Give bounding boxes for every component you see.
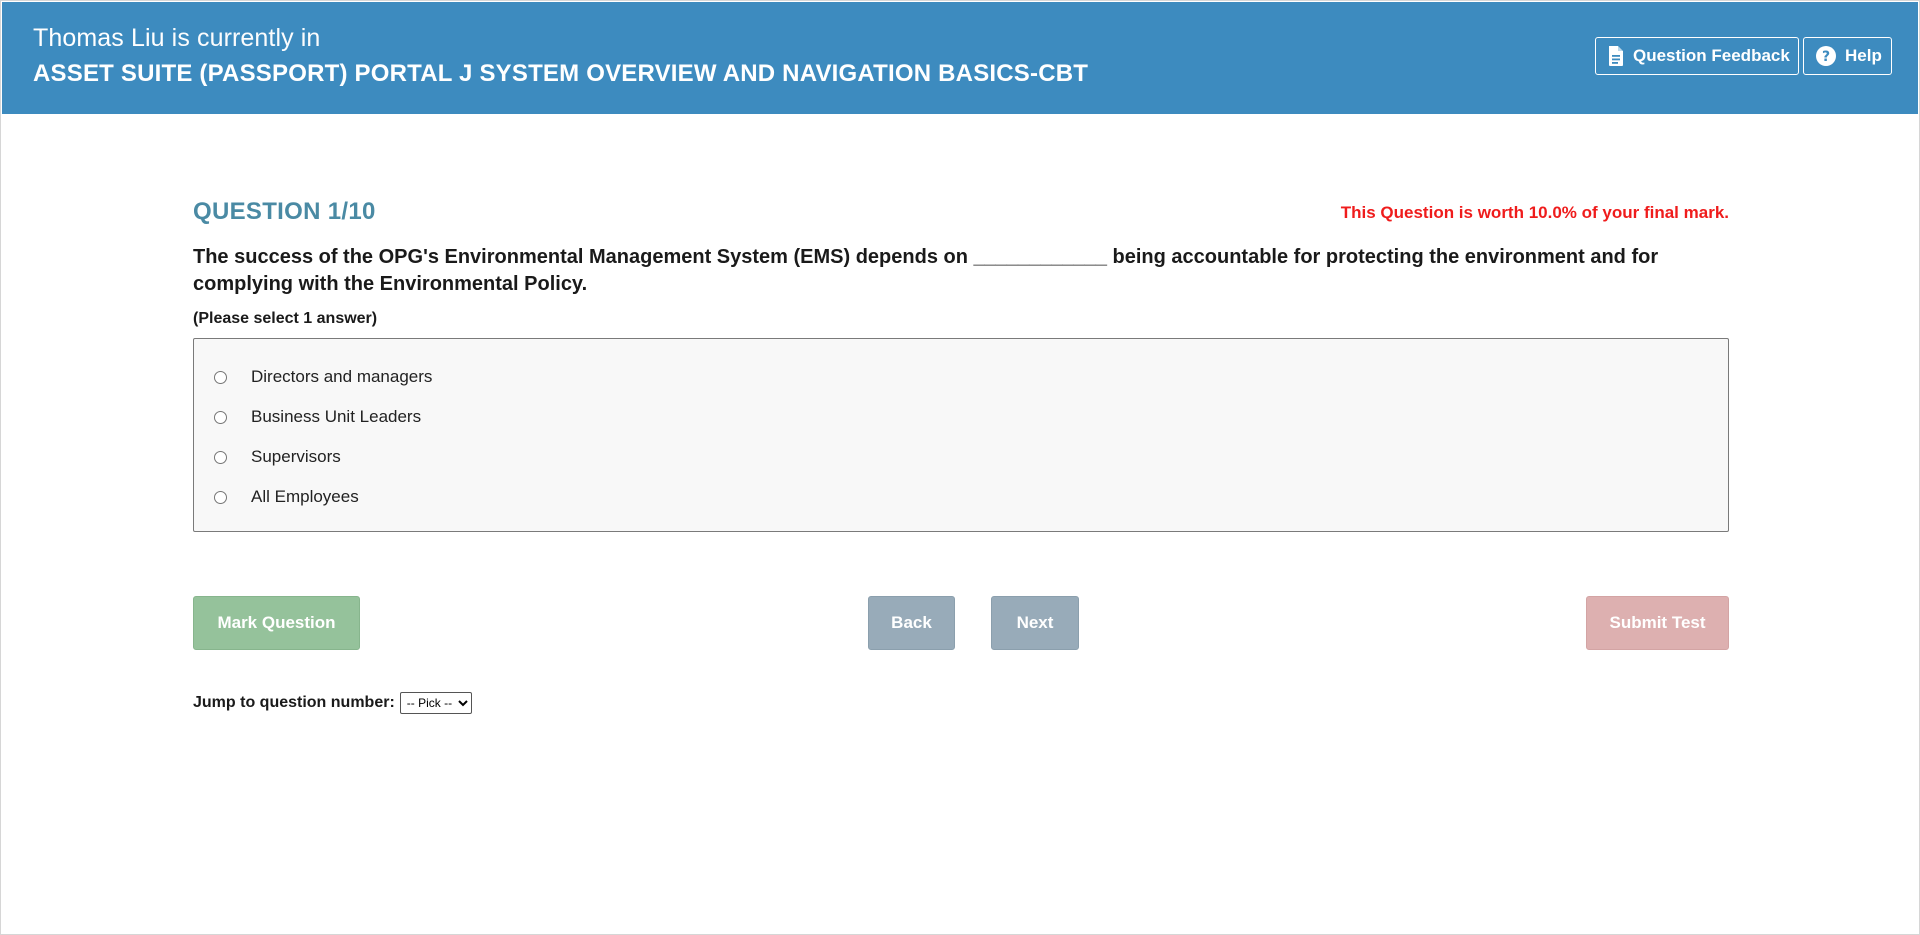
jump-label: Jump to question number: [193,694,395,711]
question-worth-text: This Question is worth 10.0% of your fin… [1340,203,1729,222]
status-text: is currently in [171,24,321,52]
answer-options-box: Directors and managers Business Unit Lea… [193,338,1729,532]
submit-test-button[interactable]: Submit Test [1586,596,1729,650]
answer-option[interactable]: Supervisors [214,447,341,467]
answer-option[interactable]: Business Unit Leaders [214,407,421,427]
answer-label: All Employees [251,487,359,506]
answer-option[interactable]: Directors and managers [214,367,432,387]
answer-label: Business Unit Leaders [251,407,422,426]
jump-to-question: Jump to question number: -- Pick -- [193,692,472,714]
radio-button[interactable] [214,490,227,504]
answer-label: Supervisors [251,447,341,466]
next-button[interactable]: Next [991,596,1079,650]
user-status-line: Thomas Liu is currently in [33,24,320,53]
svg-text:?: ? [1822,49,1830,65]
radio-button[interactable] [214,410,227,424]
header-bar: Thomas Liu is currently in ASSET SUITE (… [2,2,1918,114]
help-label: Help [1845,46,1882,65]
radio-button[interactable] [214,450,227,464]
page-frame: Thomas Liu is currently in ASSET SUITE (… [0,0,1920,935]
back-button[interactable]: Back [868,596,955,650]
document-icon [1607,45,1625,67]
answer-option[interactable]: All Employees [214,487,359,507]
question-feedback-label: Question Feedback [1633,46,1790,65]
question-feedback-button[interactable]: Question Feedback [1595,37,1799,75]
course-title: ASSET SUITE (PASSPORT) PORTAL J SYSTEM O… [33,60,1089,87]
mark-question-button[interactable]: Mark Question [193,596,360,650]
question-circle-icon: ? [1815,45,1837,67]
question-text: The success of the OPG's Environmental M… [193,246,1659,295]
user-name: Thomas Liu [33,24,165,52]
answer-instruction: (Please select 1 answer) [193,310,378,327]
answer-label: Directors and managers [251,367,433,386]
radio-button[interactable] [214,370,227,384]
jump-question-select[interactable]: -- Pick -- [399,692,472,714]
help-button[interactable]: ? Help [1803,37,1892,75]
question-number: QUESTION 1/10 [193,198,376,225]
